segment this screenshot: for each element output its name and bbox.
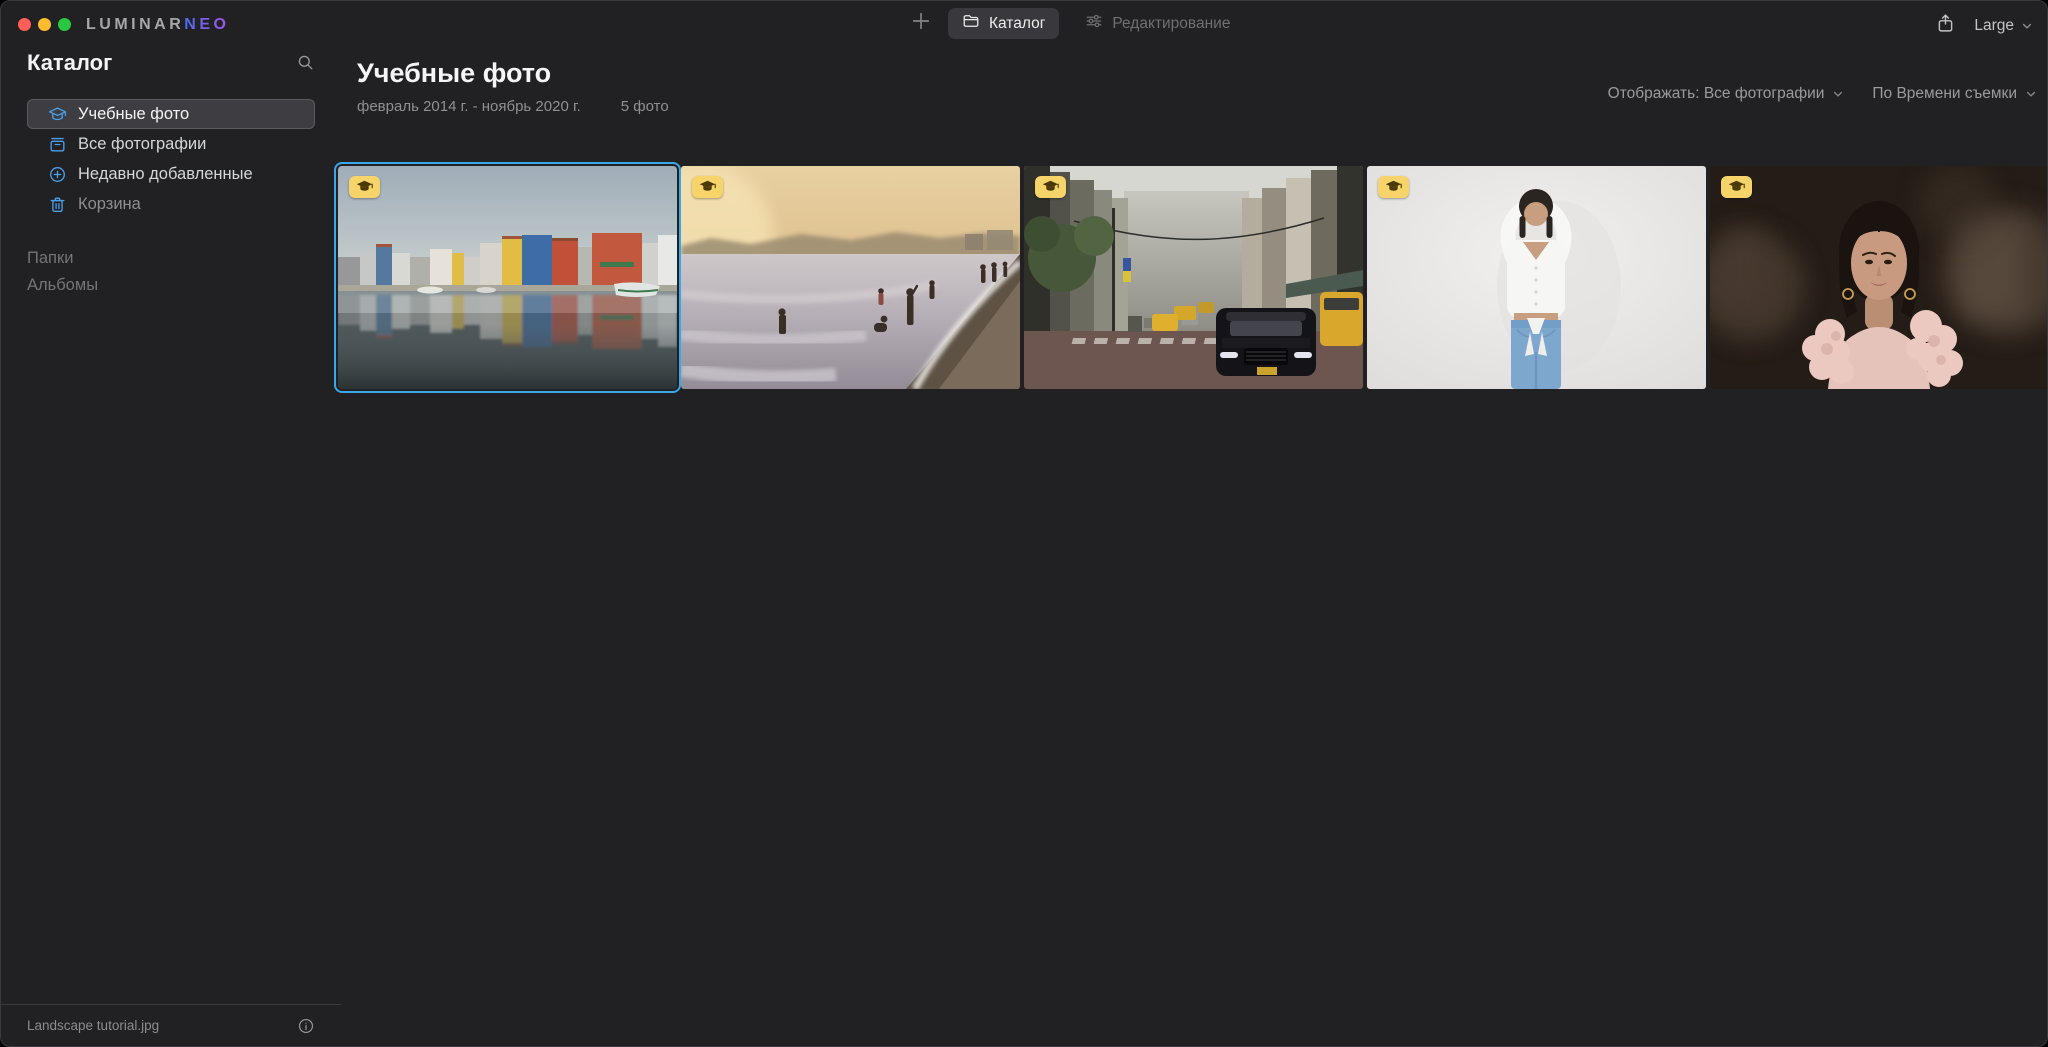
logo-part-neo: NEO: [184, 16, 229, 33]
tutorial-badge: [1721, 176, 1752, 198]
tutorial-badge: [692, 176, 723, 198]
minimize-window-button[interactable]: [38, 18, 51, 31]
sidebar-item-label: Недавно добавленные: [78, 165, 253, 184]
chevron-down-icon: [2021, 20, 2033, 32]
tab-edit[interactable]: Редактирование: [1071, 8, 1244, 39]
page-title: Учебные фото: [357, 58, 669, 89]
sort-order-label: По Времени съемки: [1872, 85, 2017, 103]
sidebar-item-label: Корзина: [78, 195, 141, 214]
sidebar-title: Каталог: [27, 50, 112, 76]
sidebar-header: Каталог: [27, 49, 315, 76]
sidebar-item-label: Учебные фото: [78, 105, 189, 124]
photo-thumbnail-sunset-beach[interactable]: [681, 166, 1020, 389]
tab-catalog-label: Каталог: [989, 15, 1045, 33]
tab-catalog[interactable]: Каталог: [948, 8, 1059, 39]
photo-sunset-beach: [681, 166, 1020, 389]
circle-plus-icon: [48, 165, 67, 184]
sidebar-item-list: Учебные фото Все фотографии Недавно доба…: [27, 99, 315, 219]
mode-tabstrip: Каталог Редактирование: [906, 8, 1244, 39]
trash-icon: [48, 195, 67, 214]
photo-count: 5 фото: [621, 98, 669, 115]
sidebar-item-recently-added[interactable]: Недавно добавленные: [27, 159, 315, 189]
photo-city-street: [1024, 166, 1363, 389]
chevron-down-icon: [1832, 88, 1844, 100]
tutorial-badge: [1378, 176, 1409, 198]
window-controls: [18, 18, 71, 31]
selected-filename: Landscape tutorial.jpg: [27, 1018, 159, 1033]
logo-part-luminar: LUMINAR: [86, 16, 184, 33]
app-logo: LUMINARNEO: [86, 16, 229, 34]
photo-thumbnail-portrait[interactable]: [1710, 166, 2048, 389]
collection-header: Учебные фото февраль 2014 г. - ноябрь 20…: [357, 58, 669, 115]
graduation-cap-icon: [1385, 180, 1402, 194]
thumbnail-size-value: Large: [1974, 17, 2014, 35]
luminar-neo-window: LUMINARNEO Каталог Редактирование: [0, 0, 2048, 1047]
graduation-cap-icon: [1042, 180, 1059, 194]
search-button[interactable]: [296, 53, 315, 72]
catalog-sidebar: Каталог Учебные фото Все фотографии: [1, 47, 341, 1004]
photo-thumbnail-canal-houses[interactable]: [338, 166, 677, 389]
sidebar-item-training-photos[interactable]: Учебные фото: [27, 99, 315, 129]
close-window-button[interactable]: [18, 18, 31, 31]
display-filter-dropdown[interactable]: Отображать: Все фотографии: [1608, 85, 1845, 103]
info-button[interactable]: [297, 1017, 315, 1035]
graduation-cap-icon: [1728, 180, 1745, 194]
photo-studio-model: [1367, 166, 1706, 389]
graduation-cap-icon: [48, 105, 67, 124]
sidebar-sections: Папки Альбомы: [27, 245, 315, 299]
photo-thumbnail-city-street[interactable]: [1024, 166, 1363, 389]
sidebar-section-folders[interactable]: Папки: [27, 245, 315, 272]
sliders-icon: [1085, 12, 1103, 35]
sidebar-item-trash[interactable]: Корзина: [27, 189, 315, 219]
info-icon: [297, 1017, 315, 1035]
share-button[interactable]: [1935, 12, 1956, 39]
zoom-window-button[interactable]: [58, 18, 71, 31]
graduation-cap-icon: [356, 180, 373, 194]
tutorial-badge: [1035, 176, 1066, 198]
photo-portrait: [1710, 166, 2048, 389]
sidebar-item-label: Все фотографии: [78, 135, 206, 154]
photo-thumbnail-studio-model[interactable]: [1367, 166, 1706, 389]
sidebar-footer: Landscape tutorial.jpg: [1, 1004, 341, 1046]
titlebar-right-controls: Large: [1935, 12, 2033, 39]
photo-grid: [338, 166, 2048, 389]
tutorial-badge: [349, 176, 380, 198]
plus-icon: [910, 10, 932, 37]
tab-edit-label: Редактирование: [1112, 15, 1230, 33]
sort-order-dropdown[interactable]: По Времени съемки: [1872, 85, 2037, 103]
view-controls: Отображать: Все фотографии По Времени съ…: [1608, 85, 2037, 103]
graduation-cap-icon: [699, 180, 716, 194]
folder-icon: [962, 12, 980, 35]
all-photos-icon: [48, 135, 67, 154]
sidebar-item-all-photos[interactable]: Все фотографии: [27, 129, 315, 159]
collection-meta: февраль 2014 г. - ноябрь 2020 г. 5 фото: [357, 98, 669, 115]
add-photos-button[interactable]: [906, 9, 936, 39]
thumbnail-size-dropdown[interactable]: Large: [1974, 17, 2033, 35]
sidebar-section-albums[interactable]: Альбомы: [27, 272, 315, 299]
titlebar: LUMINARNEO Каталог Редактирование: [1, 1, 2047, 47]
date-range: февраль 2014 г. - ноябрь 2020 г.: [357, 98, 581, 115]
photo-canal-houses: [338, 166, 677, 389]
chevron-down-icon: [2025, 88, 2037, 100]
share-icon: [1935, 12, 1956, 39]
display-filter-label: Отображать: Все фотографии: [1608, 85, 1825, 103]
